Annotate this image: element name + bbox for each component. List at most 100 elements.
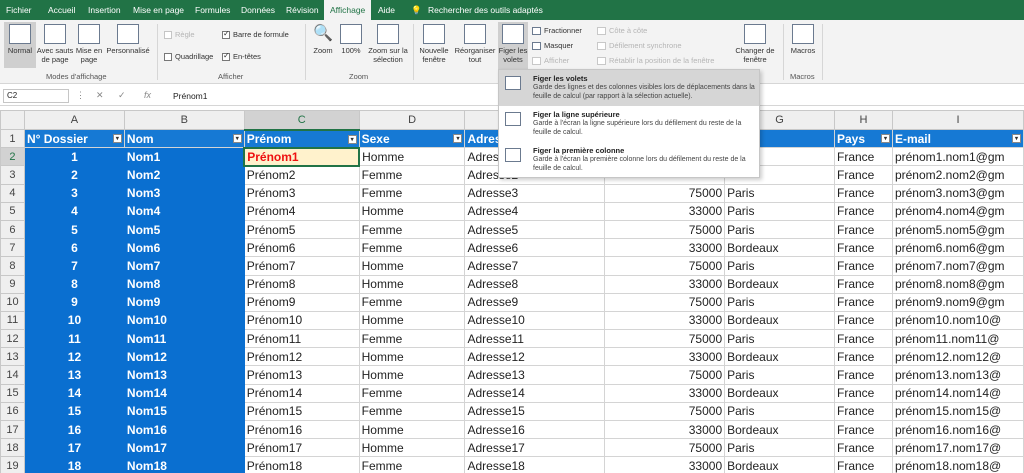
cell[interactable]: Prénom7 — [243, 256, 360, 276]
cell[interactable]: 6 — [23, 238, 125, 258]
filter-dropdown-icon[interactable]: ▾ — [112, 134, 122, 143]
cell[interactable]: Paris — [724, 219, 835, 240]
sync-scroll-button[interactable]: Défilement synchrone — [597, 41, 682, 51]
column-title[interactable]: Prénom ▾ — [243, 128, 360, 149]
column-title[interactable]: N° Dossier ▾ — [23, 128, 125, 149]
cell[interactable]: France — [834, 201, 893, 221]
cell[interactable]: Adresse3 — [464, 183, 606, 203]
tab-mise-en-page[interactable]: Mise en page — [133, 0, 184, 20]
cell[interactable]: Prénom14 — [243, 383, 360, 403]
cell[interactable]: Adresse7 — [464, 256, 606, 276]
cell[interactable]: prénom9.nom9@gm — [891, 292, 1024, 312]
row-header[interactable]: 3 — [0, 165, 25, 185]
tab-aide[interactable]: Aide — [378, 0, 395, 20]
column-header-c[interactable]: C — [243, 110, 360, 131]
cell[interactable]: Adresse12 — [464, 347, 606, 367]
cell[interactable]: France — [834, 419, 893, 440]
cell[interactable]: 12 — [23, 347, 125, 367]
cell[interactable]: Prénom16 — [243, 419, 360, 440]
freeze-panes-button[interactable]: Figer les volets — [498, 22, 528, 69]
cell[interactable]: Prénom11 — [243, 329, 360, 349]
cell[interactable]: France — [834, 347, 893, 367]
cell[interactable]: Prénom2 — [243, 165, 360, 185]
cell[interactable]: France — [834, 183, 893, 203]
cell[interactable]: 75000 — [604, 219, 726, 240]
cell[interactable]: Nom8 — [123, 274, 245, 294]
row-header[interactable]: 19 — [0, 456, 25, 473]
row-header[interactable]: 12 — [0, 329, 25, 349]
row-header[interactable]: 4 — [0, 183, 25, 203]
cell[interactable]: France — [834, 165, 893, 185]
cell[interactable]: 75000 — [604, 365, 726, 385]
headings-checkbox[interactable]: En-têtes — [222, 51, 261, 62]
cell[interactable]: Nom16 — [123, 419, 245, 440]
cell[interactable]: Paris — [724, 183, 835, 203]
cell[interactable]: prénom11.nom11@ — [891, 329, 1024, 349]
filter-dropdown-icon[interactable]: ▾ — [232, 134, 242, 143]
cell[interactable]: 33000 — [604, 456, 726, 473]
cell[interactable]: Nom7 — [123, 256, 245, 276]
cell[interactable]: Prénom5 — [243, 219, 360, 240]
cell[interactable]: France — [834, 329, 893, 349]
name-box[interactable]: C2 — [3, 89, 69, 103]
cell[interactable]: prénom4.nom4@gm — [891, 201, 1024, 221]
cell[interactable]: Femme — [358, 383, 466, 403]
cell[interactable]: Nom13 — [123, 365, 245, 385]
cell[interactable]: prénom5.nom5@gm — [891, 219, 1024, 240]
row-header[interactable]: 1 — [0, 128, 25, 149]
cell[interactable]: Nom18 — [123, 456, 245, 473]
row-header[interactable]: 2 — [0, 147, 25, 167]
cell[interactable]: 33000 — [604, 238, 726, 258]
cell[interactable]: Nom4 — [123, 201, 245, 221]
cell[interactable]: Paris — [724, 201, 835, 221]
cell[interactable]: Femme — [358, 238, 466, 258]
arrange-all-button[interactable]: Réorganiser tout — [453, 22, 497, 64]
cell[interactable]: Homme — [358, 310, 466, 331]
cell[interactable]: Bordeaux — [724, 238, 835, 258]
cell[interactable]: Nom10 — [123, 310, 245, 331]
gridlines-checkbox[interactable]: Quadrillage — [164, 52, 213, 62]
cell[interactable]: Homme — [358, 201, 466, 221]
column-title[interactable]: Pays ▾ — [834, 128, 893, 149]
cell[interactable]: 33000 — [604, 347, 726, 367]
row-header[interactable]: 15 — [0, 383, 25, 403]
column-header-d[interactable]: D — [358, 110, 466, 130]
cell[interactable]: Adresse14 — [464, 383, 606, 403]
cell[interactable]: prénom17.nom17@ — [891, 438, 1024, 458]
cell[interactable]: 13 — [23, 365, 125, 385]
cell[interactable]: prénom2.nom2@gm — [891, 165, 1024, 185]
row-header[interactable]: 9 — [0, 274, 25, 294]
cell[interactable]: Nom2 — [123, 165, 245, 185]
cell[interactable]: Prénom12 — [243, 347, 360, 367]
cell[interactable]: Nom14 — [123, 383, 245, 403]
row-header[interactable]: 7 — [0, 238, 25, 258]
cell[interactable]: Bordeaux — [724, 419, 835, 440]
cell[interactable]: Adresse11 — [464, 329, 606, 349]
cell[interactable]: 1 — [23, 147, 125, 167]
filter-dropdown-icon[interactable]: ▾ — [1012, 134, 1021, 143]
formula-bar-checkbox[interactable]: Barre de formule — [222, 29, 289, 40]
cell[interactable]: France — [834, 274, 893, 294]
cell[interactable]: prénom13.nom13@ — [891, 365, 1024, 385]
cell[interactable]: Nom17 — [123, 438, 245, 458]
cell[interactable]: 10 — [23, 310, 125, 331]
tab-revision[interactable]: Révision — [286, 0, 319, 20]
cell[interactable]: Nom1 — [123, 147, 245, 167]
cell[interactable]: 16 — [23, 419, 125, 440]
row-header[interactable]: 17 — [0, 419, 25, 440]
cell[interactable]: prénom3.nom3@gm — [891, 183, 1024, 203]
cell[interactable]: France — [834, 219, 893, 240]
column-header-b[interactable]: B — [123, 110, 245, 130]
cell[interactable]: Femme — [358, 456, 466, 473]
freeze-first-column-option[interactable]: Figer la première colonne Garde à l'écra… — [499, 142, 759, 178]
cell[interactable]: Prénom10 — [243, 310, 360, 331]
cell[interactable]: 11 — [23, 329, 125, 349]
cell[interactable]: Adresse9 — [464, 292, 606, 312]
switch-window-button[interactable]: Changer de fenêtre — [732, 22, 778, 64]
cell[interactable]: Nom5 — [123, 219, 245, 240]
freeze-top-row-option[interactable]: Figer la ligne supérieure Garde à l'écra… — [499, 106, 759, 142]
cell[interactable]: Nom6 — [123, 238, 245, 258]
row-header[interactable]: 18 — [0, 438, 25, 458]
cell[interactable]: France — [834, 438, 893, 458]
cell[interactable]: Femme — [358, 329, 466, 349]
